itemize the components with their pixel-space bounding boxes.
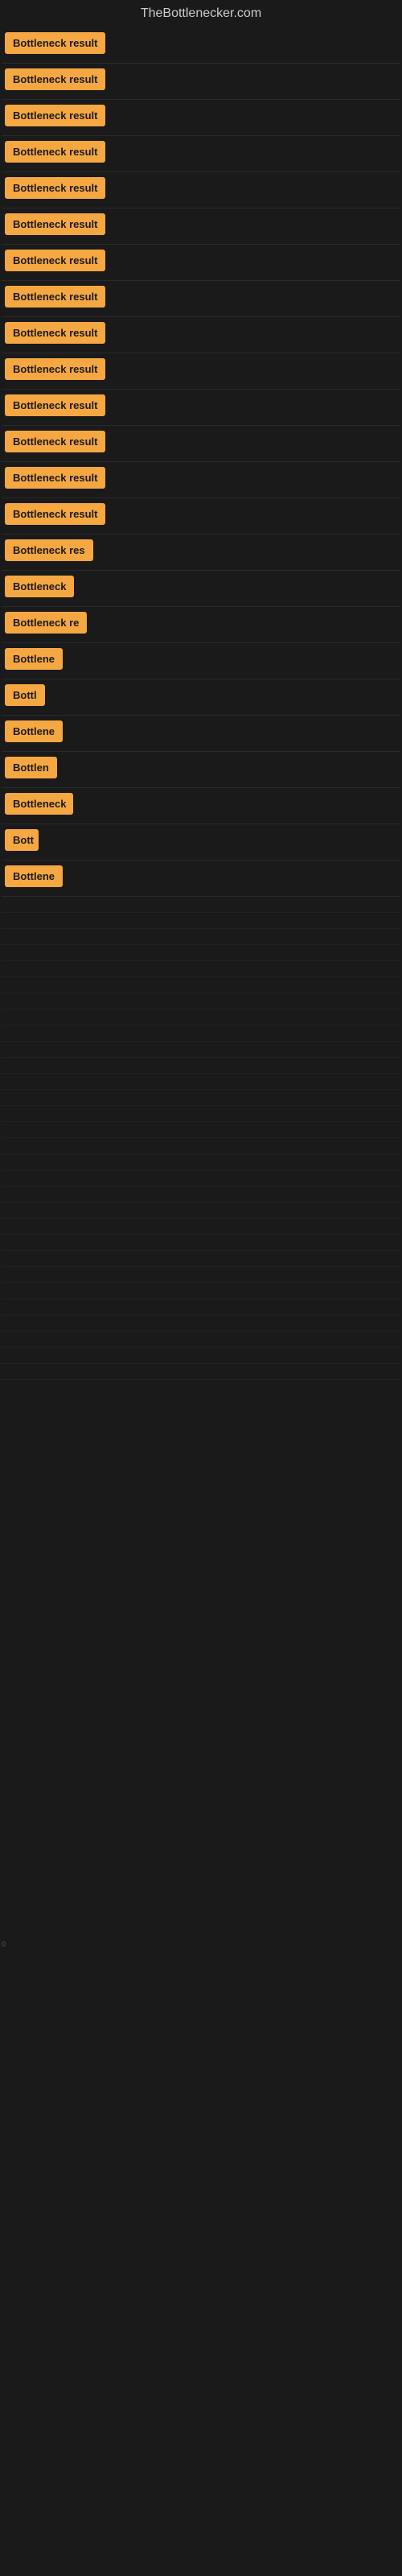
small-label: 0: [2, 1940, 6, 1948]
bottleneck-badge: Bottleneck result: [5, 32, 105, 54]
spacer-row: [2, 929, 400, 945]
spacer-row: [2, 1235, 400, 1251]
spacer-row: [2, 1187, 400, 1203]
spacer-row: [2, 1203, 400, 1219]
bottleneck-badge: Bottlene: [5, 720, 63, 742]
spacer-row: [2, 977, 400, 993]
list-item: Bottleneck result: [2, 317, 400, 353]
spacer-row: [2, 1026, 400, 1042]
bottleneck-badge: Bottleneck result: [5, 322, 105, 344]
spacer-row: [2, 1348, 400, 1364]
spacer-row: [2, 913, 400, 929]
list-item: Bottleneck result: [2, 136, 400, 172]
spacer-row: [2, 1283, 400, 1299]
list-item: Bottleneck result: [2, 245, 400, 281]
bottleneck-badge: Bottl: [5, 684, 45, 706]
spacer-row: [2, 1267, 400, 1283]
spacer-row: [2, 961, 400, 977]
spacer-row: [2, 1154, 400, 1170]
list-item: Bottleneck result: [2, 208, 400, 245]
spacer-row: [2, 1331, 400, 1348]
spacer-row: [2, 1170, 400, 1187]
list-item: Bottlene: [2, 716, 400, 752]
list-item: Bottleneck result: [2, 426, 400, 462]
list-item: Bottleneck result: [2, 462, 400, 498]
bottleneck-badge: Bottleneck res: [5, 539, 93, 561]
list-item: Bott: [2, 824, 400, 861]
bottleneck-badge: Bottlene: [5, 648, 63, 670]
bottleneck-badge: Bottleneck result: [5, 177, 105, 199]
spacer-row: [2, 1251, 400, 1267]
bottleneck-badge: Bottleneck re: [5, 612, 87, 634]
list-item: Bottleneck result: [2, 172, 400, 208]
list-item: Bottleneck result: [2, 353, 400, 390]
bottleneck-badge: Bottlen: [5, 757, 57, 778]
spacer-row: [2, 1122, 400, 1138]
bottleneck-badge: Bottleneck: [5, 576, 74, 597]
bottleneck-badge: Bottleneck result: [5, 286, 105, 308]
spacer-row: [2, 1009, 400, 1026]
spacer-row: [2, 1315, 400, 1331]
spacer-row: [2, 1299, 400, 1315]
bottleneck-badge: Bottleneck result: [5, 503, 105, 525]
list-item: Bottlene: [2, 643, 400, 679]
bottleneck-badge: Bottleneck result: [5, 467, 105, 489]
bottleneck-badge: Bottleneck result: [5, 250, 105, 271]
spacer-row: [2, 945, 400, 961]
bottleneck-badge: Bott: [5, 829, 39, 851]
list-item: Bottleneck result: [2, 100, 400, 136]
bottleneck-badge: Bottleneck result: [5, 68, 105, 90]
bottleneck-badge: Bottlene: [5, 865, 63, 887]
list-item: Bottleneck re: [2, 607, 400, 643]
bottleneck-badge: Bottleneck: [5, 793, 73, 815]
spacer-row: [2, 1058, 400, 1074]
site-title: TheBottlenecker.com: [0, 0, 402, 24]
bottleneck-badge: Bottleneck result: [5, 358, 105, 380]
list-item: Bottl: [2, 679, 400, 716]
spacer-row: [2, 1074, 400, 1090]
spacer-row: [2, 1138, 400, 1154]
spacer-row: [2, 1219, 400, 1235]
spacer-row: [2, 1106, 400, 1122]
bottleneck-badge: Bottleneck result: [5, 394, 105, 416]
list-item: Bottleneck result: [2, 27, 400, 64]
spacer-row: [2, 1090, 400, 1106]
list-item: Bottleneck res: [2, 535, 400, 571]
spacer-row: [2, 993, 400, 1009]
bottleneck-badge: Bottleneck result: [5, 431, 105, 452]
spacer-row: [2, 1364, 400, 1380]
list-item: Bottleneck: [2, 788, 400, 824]
list-item: Bottleneck: [2, 571, 400, 607]
bottleneck-badge: Bottleneck result: [5, 105, 105, 126]
list-item: Bottleneck result: [2, 281, 400, 317]
list-item: Bottleneck result: [2, 390, 400, 426]
bottleneck-badge: Bottleneck result: [5, 141, 105, 163]
page-wrapper: TheBottlenecker.com Bottleneck resultBot…: [0, 0, 402, 2576]
list-item: Bottlene: [2, 861, 400, 897]
spacer-row: [2, 1042, 400, 1058]
bottleneck-badge: Bottleneck result: [5, 213, 105, 235]
bottleneck-list: Bottleneck result Bottleneck result Bottle…: [0, 24, 402, 1383]
list-item: Bottleneck result: [2, 498, 400, 535]
list-item: Bottleneck result: [2, 64, 400, 100]
spacer-row: [2, 897, 400, 913]
list-item: Bottlen: [2, 752, 400, 788]
